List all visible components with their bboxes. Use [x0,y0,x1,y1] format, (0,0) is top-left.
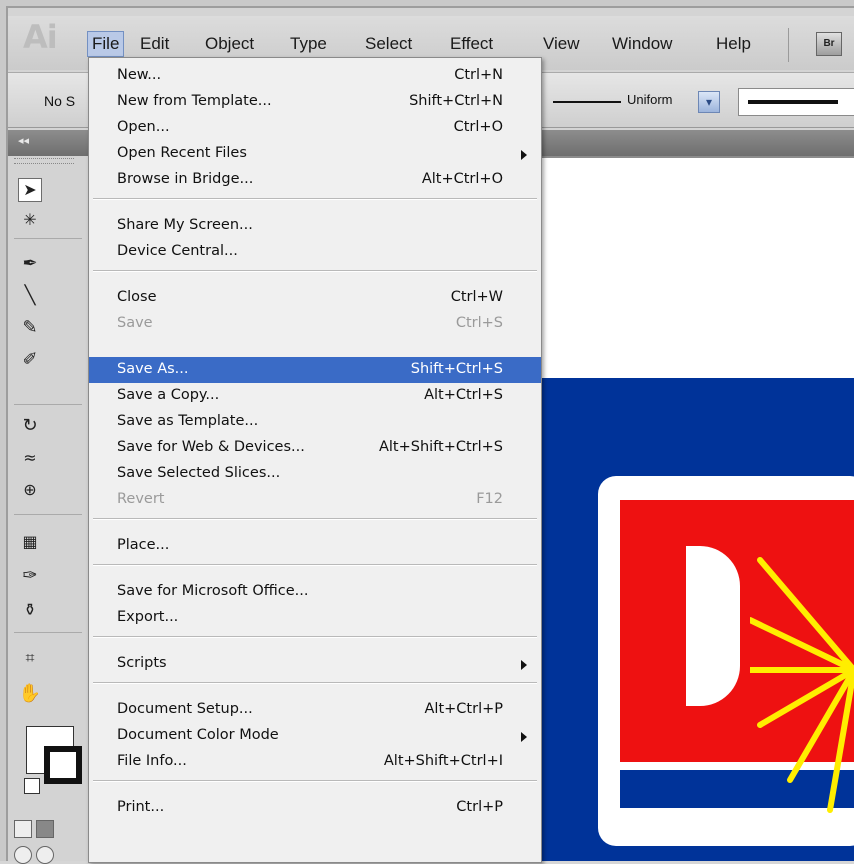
menu-item-share-screen[interactable]: Share My Screen... [89,213,541,239]
logo-starburst [750,557,854,813]
menu-item-print[interactable]: Print... Ctrl+P [89,795,541,821]
menu-view[interactable]: View [543,34,580,54]
menu-edit[interactable]: Edit [140,34,169,54]
menu-window[interactable]: Window [612,34,672,54]
graph-tool-icon[interactable]: ▦ [18,530,42,554]
selection-tool-icon[interactable]: ➤ [18,178,42,202]
logo-letter-counter [686,546,740,706]
menu-object[interactable]: Object [205,34,254,54]
menu-item-place[interactable]: Place... [89,533,541,559]
menu-separator [93,518,537,520]
file-menu: New... Ctrl+N New from Template... Shift+C… [88,57,542,863]
tool-divider [14,238,82,239]
menu-item-new-from-template[interactable]: New from Template... Shift+Ctrl+N [89,89,541,115]
color-mode-icon[interactable] [14,820,32,838]
menu-item-close[interactable]: Close Ctrl+W [89,285,541,311]
warp-tool-icon[interactable]: ≈ [18,446,42,470]
menu-item-save-web[interactable]: Save for Web & Devices... Alt+Shift+Ctrl+… [89,435,541,461]
menu-separator [93,636,537,638]
stroke-color-swatch[interactable] [44,746,82,784]
stroke-profile-label: Uniform [627,92,673,107]
menu-help[interactable]: Help [716,34,751,54]
menu-item-export[interactable]: Export... [89,605,541,631]
eyedropper-icon[interactable]: ✑ [18,564,42,588]
chevron-down-icon[interactable]: ▾ [698,91,720,113]
hand-tool-icon[interactable]: ✋ [18,682,42,706]
submenu-arrow-icon [521,732,527,742]
stroke-preview [553,101,621,103]
menu-item-color-mode[interactable]: Document Color Mode [89,723,541,749]
artboard-tool-icon[interactable]: ⌗ [18,646,42,670]
line-tool-icon[interactable]: ╲ [18,284,42,308]
symbol-sprayer-icon[interactable]: ⚱ [18,598,42,622]
shape-builder-icon[interactable]: ⊕ [18,478,42,502]
submenu-arrow-icon [521,660,527,670]
brush-preview [748,100,838,104]
menu-item-new[interactable]: New... Ctrl+N [89,63,541,89]
menu-separator [93,682,537,684]
draw-normal-icon[interactable] [14,846,32,864]
menu-item-open-recent[interactable]: Open Recent Files [89,141,541,167]
panel-grip[interactable] [14,158,74,164]
menu-separator [93,780,537,782]
menubar-divider [788,28,789,62]
menu-item-document-setup[interactable]: Document Setup... Alt+Ctrl+P [89,697,541,723]
gradient-mode-icon[interactable] [36,820,54,838]
collapse-panel-icon[interactable]: ◂◂ [18,134,29,147]
tool-divider [14,404,82,405]
blob-brush-icon[interactable]: ✐ [18,348,42,372]
menu-effect[interactable]: Effect [450,34,493,54]
menu-item-save-slices[interactable]: Save Selected Slices... [89,461,541,487]
rotate-tool-icon[interactable]: ↻ [18,414,42,438]
menu-item-save-as[interactable]: Save As... Shift+Ctrl+S [89,357,541,383]
submenu-arrow-icon [521,150,527,160]
menu-separator [93,198,537,200]
menu-item-open[interactable]: Open... Ctrl+O [89,115,541,141]
app-logo: Ai [23,18,58,56]
menu-item-save-template[interactable]: Save as Template... [89,409,541,435]
default-colors-icon[interactable] [24,778,40,794]
menu-item-save: Save Ctrl+S [117,315,503,331]
menu-type[interactable]: Type [290,34,327,54]
menu-item-browse-bridge[interactable]: Browse in Bridge... Alt+Ctrl+O [89,167,541,193]
menu-item-revert: Revert F12 [117,491,503,507]
menu-item-file-info[interactable]: File Info... Alt+Shift+Ctrl+I [89,749,541,775]
tool-divider [14,514,82,515]
menu-separator [93,270,537,272]
tool-divider [14,632,82,633]
menu-select[interactable]: Select [365,34,412,54]
menu-file[interactable]: File [87,31,125,57]
magic-wand-icon[interactable]: ✳ [18,208,42,232]
draw-behind-icon[interactable] [36,846,54,864]
menu-item-save-office[interactable]: Save for Microsoft Office... [89,579,541,605]
menu-item-save-copy[interactable]: Save a Copy... Alt+Ctrl+S [89,383,541,409]
bridge-button[interactable]: Br [816,32,842,56]
pen-tool-icon[interactable]: ✒ [18,252,42,276]
menu-item-device-central[interactable]: Device Central... [89,239,541,265]
menu-separator [93,564,537,566]
menu-item-scripts[interactable]: Scripts [89,651,541,677]
paintbrush-icon[interactable]: ✎ [18,316,42,340]
selection-status: No S [44,93,76,109]
